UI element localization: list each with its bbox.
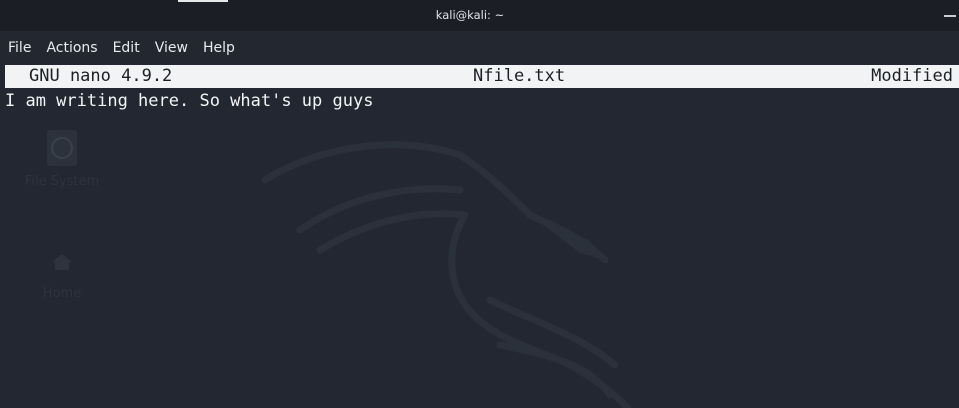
desktop-icon-label: Home xyxy=(42,286,82,301)
title-accent-line xyxy=(178,0,228,2)
home-icon xyxy=(52,254,72,270)
menu-edit[interactable]: Edit xyxy=(107,37,146,59)
nano-version: GNU nano 4.9.2 xyxy=(29,66,173,86)
menu-actions[interactable]: Actions xyxy=(40,37,103,59)
nano-filename: Nfile.txt xyxy=(473,66,566,86)
nano-header-bar: GNU nano 4.9.2 Nfile.txt Modified xyxy=(5,65,959,88)
desktop-icon-filesystem: File System xyxy=(20,128,104,189)
editor-text-line[interactable]: I am writing here. So what's up guys xyxy=(5,89,373,113)
menu-help[interactable]: Help xyxy=(197,37,241,59)
window-title: kali@kali: ~ xyxy=(435,8,505,22)
desktop-icon-home: Home xyxy=(20,252,104,301)
menu-bar: File Actions Edit View Help xyxy=(0,31,959,65)
minimize-icon[interactable] xyxy=(944,15,956,17)
nano-modified-status: Modified xyxy=(871,66,953,86)
terminal-window: kali@kali: ~ File Actions Edit View Help… xyxy=(0,0,959,408)
drive-icon xyxy=(47,130,77,166)
kali-dragon-logo xyxy=(261,141,632,408)
menu-view[interactable]: View xyxy=(149,37,194,59)
desktop-icon-label: File System xyxy=(24,174,100,189)
menu-file[interactable]: File xyxy=(2,37,37,59)
title-bar[interactable]: kali@kali: ~ xyxy=(0,0,959,31)
